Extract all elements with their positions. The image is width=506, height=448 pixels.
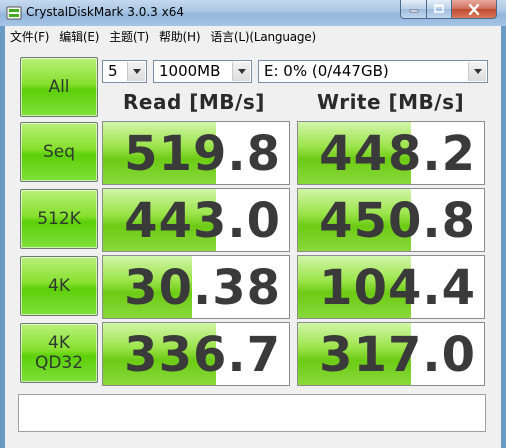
512k-button[interactable]: 512K	[20, 189, 98, 249]
write-header: Write [MB/s]	[317, 90, 465, 114]
drive-select[interactable]: E: 0% (0/447GB)	[258, 60, 488, 83]
result-value: 30.38	[124, 260, 281, 316]
close-button[interactable]	[451, 0, 497, 19]
menu-edit[interactable]: 编辑(E)	[56, 28, 102, 45]
maximize-icon	[434, 4, 444, 13]
row-label: 4K QD32	[34, 333, 84, 373]
result-value: 104.4	[319, 260, 476, 316]
4k-qd32-button[interactable]: 4K QD32	[20, 323, 98, 383]
test-size-value: 1000MB	[159, 62, 221, 80]
result-value: 317.0	[319, 327, 476, 383]
minimize-button[interactable]	[400, 0, 427, 19]
drive-value: E: 0% (0/447GB)	[264, 62, 389, 80]
result-value: 448.2	[319, 126, 476, 182]
read-header: Read [MB/s]	[123, 90, 265, 114]
test-count-select[interactable]: 5	[102, 60, 147, 83]
menu-bar: 文件(F) 编辑(E) 主题(T) 帮助(H) 语言(L)(Language)	[5, 26, 501, 46]
seq-read-result: 519.8	[102, 121, 290, 185]
menu-help[interactable]: 帮助(H)	[156, 28, 203, 45]
chevron-down-icon[interactable]	[232, 62, 250, 81]
row-label: 512K	[37, 209, 81, 229]
seq-button[interactable]: Seq	[20, 122, 98, 182]
4k-read-result: 30.38	[102, 255, 290, 319]
4k-write-result: 104.4	[297, 255, 485, 319]
result-value: 443.0	[124, 193, 281, 249]
result-value: 450.8	[319, 193, 476, 249]
chevron-down-icon[interactable]	[468, 62, 486, 81]
test-size-select[interactable]: 1000MB	[153, 60, 252, 83]
maximize-button[interactable]	[426, 0, 452, 19]
title-bar[interactable]: CrystalDiskMark 3.0.3 x64	[0, 0, 506, 26]
minimize-icon	[409, 9, 418, 13]
window-title: CrystalDiskMark 3.0.3 x64	[26, 5, 184, 19]
test-count-value: 5	[108, 62, 118, 80]
512k-write-result: 450.8	[297, 188, 485, 252]
menu-file[interactable]: 文件(F)	[7, 28, 52, 45]
client-area: 文件(F) 编辑(E) 主题(T) 帮助(H) 语言(L)(Language) …	[5, 26, 501, 448]
all-button[interactable]: All	[20, 57, 98, 117]
4k-qd32-write-result: 317.0	[297, 322, 485, 386]
close-icon	[468, 3, 480, 15]
app-icon	[6, 6, 22, 20]
512k-read-result: 443.0	[102, 188, 290, 252]
4k-qd32-read-result: 336.7	[102, 322, 290, 386]
status-box	[18, 394, 486, 432]
seq-write-result: 448.2	[297, 121, 485, 185]
menu-language[interactable]: 语言(L)(Language)	[207, 28, 319, 45]
4k-button[interactable]: 4K	[20, 256, 98, 316]
result-value: 336.7	[124, 327, 281, 383]
row-label: Seq	[42, 142, 76, 162]
menu-theme[interactable]: 主题(T)	[106, 28, 152, 45]
all-button-label: All	[48, 77, 70, 97]
row-label: 4K	[48, 276, 70, 296]
result-value: 519.8	[124, 126, 281, 182]
chevron-down-icon[interactable]	[127, 62, 145, 81]
